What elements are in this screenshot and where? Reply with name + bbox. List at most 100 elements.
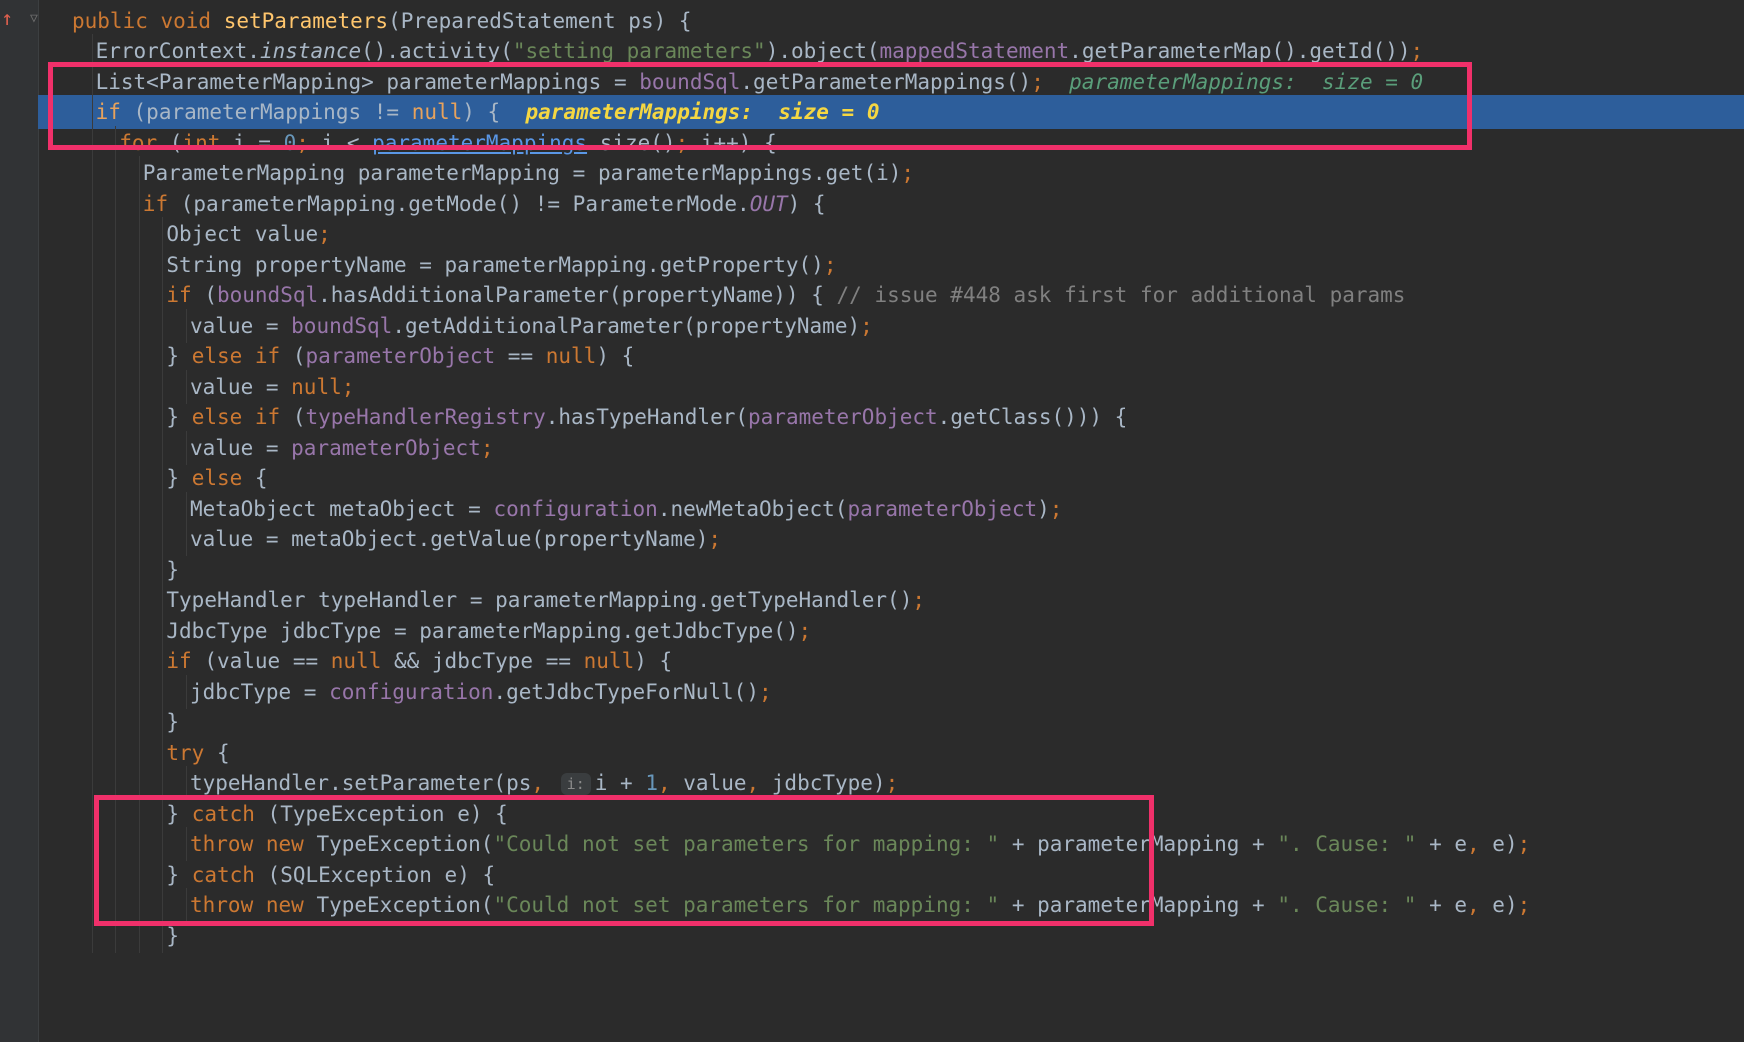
code-token: String propertyName = parameterMapping.g…	[166, 252, 824, 277]
code-line[interactable]: }	[38, 552, 1744, 587]
code-line[interactable]: String propertyName = parameterMapping.g…	[38, 247, 1744, 282]
code-line[interactable]: value = metaObject.getValue(propertyName…	[38, 522, 1744, 556]
code-line[interactable]: jdbcType = configuration.getJdbcTypeForN…	[38, 674, 1744, 709]
code-token: ParameterMapping parameterMapping = para…	[142, 161, 902, 185]
code-line[interactable]: } else {	[38, 461, 1744, 495]
code-text: }	[166, 705, 179, 739]
indent-guide	[138, 766, 140, 800]
code-line[interactable]: public void setParameters(PreparedStatem…	[38, 4, 1744, 38]
code-area[interactable]: public void setParameters(PreparedStatem…	[38, 0, 1744, 1042]
code-line[interactable]: value = null;	[38, 369, 1744, 404]
code-text: } else if (parameterObject == null) {	[166, 339, 634, 373]
indent-guide	[115, 674, 117, 709]
indent-guide	[91, 918, 93, 953]
code-token: JdbcType jdbcType = parameterMapping.get…	[166, 618, 799, 643]
code-line[interactable]: }	[38, 705, 1744, 739]
code-line[interactable]: if (boundSql.hasAdditionalParameter(prop…	[38, 278, 1744, 312]
indent-guide	[91, 247, 93, 282]
code-line[interactable]: typeHandler.setParameter(ps, i: i + 1, va…	[38, 766, 1744, 800]
code-token: null	[330, 649, 394, 673]
code-token: boundSql	[216, 283, 319, 307]
code-token: i +	[594, 771, 646, 795]
indent-guide	[162, 400, 164, 434]
code-token: .size()	[587, 130, 676, 155]
indent-guide	[162, 308, 164, 343]
indent-guide	[138, 583, 140, 617]
code-token: throw new	[190, 893, 317, 917]
indent-guide	[138, 796, 140, 831]
indent-guide	[138, 827, 140, 861]
code-token: {	[254, 466, 268, 490]
code-token: else	[191, 466, 255, 490]
indent-guide	[91, 308, 93, 343]
code-line[interactable]: if (parameterMapping.getMode() != Parame…	[38, 186, 1744, 221]
code-token: public void	[72, 8, 224, 33]
indent-guide	[138, 186, 140, 221]
code-line[interactable]: ParameterMapping parameterMapping = para…	[38, 156, 1744, 190]
code-token: {	[216, 740, 230, 765]
indent-guide	[115, 308, 117, 343]
indent-guide	[162, 339, 164, 373]
fold-shield-icon[interactable]: ▽	[30, 12, 38, 25]
indent-guide	[91, 827, 93, 861]
code-line[interactable]: if (parameterMappings != null) { paramet…	[38, 95, 1744, 129]
code-line[interactable]: for (int i = 0; i < parameterMappings.si…	[38, 125, 1744, 160]
indent-guide	[162, 278, 164, 312]
code-token: ) {	[596, 344, 635, 368]
code-token: "Could not set parameters for mapping: "	[493, 893, 1012, 917]
indent-guide	[91, 125, 93, 160]
code-line[interactable]: List<ParameterMapping> parameterMappings…	[38, 64, 1744, 99]
indent-guide	[162, 583, 164, 617]
code-token: value =	[190, 313, 292, 338]
code-line[interactable]: try {	[38, 735, 1744, 770]
code-token: e)	[1492, 832, 1518, 856]
indent-guide	[115, 583, 117, 617]
code-token: (PreparedStatement ps) {	[388, 8, 692, 33]
code-token[interactable]: parameterMappings	[372, 131, 587, 155]
arrow-up-icon[interactable]: ↑	[1, 8, 13, 28]
code-token: ;	[1031, 69, 1044, 94]
inline-debug-value: parameterMappings: size = 0	[525, 100, 880, 124]
code-token: ". Cause: "	[1277, 893, 1430, 917]
indent-guide	[186, 430, 187, 465]
code-line[interactable]: if (value == null && jdbcType == null) {	[38, 644, 1744, 678]
indent-guide	[162, 369, 164, 404]
indent-guide	[138, 735, 140, 770]
code-text: List<ParameterMapping> parameterMappings…	[96, 65, 1424, 99]
indent-guide	[186, 674, 187, 709]
code-line[interactable]: } catch (TypeException e) {	[38, 796, 1744, 831]
indent-guide	[91, 705, 93, 739]
code-line[interactable]: } else if (typeHandlerRegistry.hasTypeHa…	[38, 400, 1744, 434]
code-line[interactable]: throw new TypeException("Could not set p…	[38, 888, 1744, 922]
code-line[interactable]: value = parameterObject;	[38, 430, 1744, 465]
code-token: + parameterMapping +	[1011, 832, 1278, 856]
code-editor[interactable]: ↑ ▽ public void setParameters(PreparedSt…	[0, 0, 1744, 1042]
code-token: instance	[259, 39, 362, 63]
code-text: value = null;	[190, 370, 354, 404]
indent-guide	[162, 796, 164, 831]
indent-guide	[162, 888, 164, 922]
code-line[interactable]: TypeHandler typeHandler = parameterMappi…	[38, 583, 1744, 617]
editor-gutter[interactable]: ↑ ▽	[0, 0, 39, 1042]
code-line[interactable]: Object value;	[38, 217, 1744, 251]
code-line[interactable]: }	[38, 918, 1744, 953]
code-line[interactable]: JdbcType jdbcType = parameterMapping.get…	[38, 613, 1744, 648]
indent-guide	[138, 552, 140, 587]
code-token: ;	[1517, 832, 1531, 856]
code-text: } catch (TypeException e) {	[166, 797, 507, 831]
code-line[interactable]: ErrorContext.instance().activity("settin…	[38, 34, 1744, 68]
indent-guide	[162, 766, 164, 800]
code-line[interactable]: throw new TypeException("Could not set p…	[38, 827, 1744, 861]
indent-guide	[115, 278, 117, 312]
code-token: ;	[708, 527, 722, 551]
code-text: value = boundSql.getAdditionalParameter(…	[190, 309, 873, 343]
code-token: ) {	[462, 100, 526, 124]
code-token: }	[166, 344, 192, 368]
indent-guide	[115, 918, 117, 953]
code-line[interactable]: MetaObject metaObject = configuration.ne…	[38, 491, 1744, 526]
code-line[interactable]: } else if (parameterObject == null) {	[38, 339, 1744, 373]
code-text: ParameterMapping parameterMapping = para…	[143, 156, 914, 190]
code-token: ;	[318, 222, 331, 246]
code-line[interactable]: value = boundSql.getAdditionalParameter(…	[38, 308, 1744, 343]
code-line[interactable]: } catch (SQLException e) {	[38, 857, 1744, 892]
